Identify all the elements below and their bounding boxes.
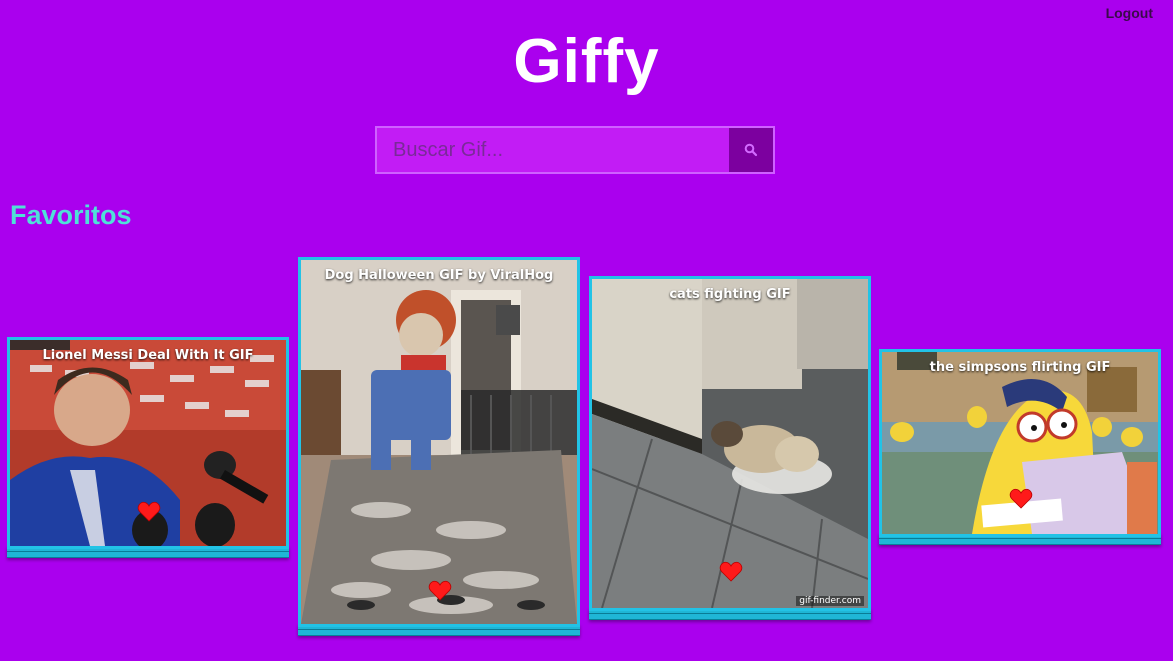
- gif-frame: Dog Halloween GIF by ViralHog: [298, 257, 580, 627]
- favorites-title: Favoritos: [10, 200, 132, 230]
- heart-icon[interactable]: [1009, 487, 1033, 509]
- gif-frame: cats fighting GIF gif-finder.com: [589, 276, 871, 611]
- gif-title: Lionel Messi Deal With It GIF: [42, 348, 254, 363]
- card-stack-edge: [589, 614, 871, 620]
- gif-frame: the simpsons flirting GIF: [879, 349, 1161, 537]
- card-stack-edge: [298, 630, 580, 636]
- search-form: [375, 126, 775, 174]
- search-input[interactable]: [375, 126, 729, 174]
- app-logo: Giffy: [513, 27, 660, 96]
- heart-icon[interactable]: [428, 579, 452, 601]
- gif-image: [301, 260, 577, 624]
- gif-frame: Lionel Messi Deal With It GIF: [7, 337, 289, 549]
- logout-link[interactable]: Logout: [1106, 5, 1153, 21]
- gif-title: the simpsons flirting GIF: [929, 360, 1111, 375]
- search-button[interactable]: [729, 126, 775, 174]
- gif-title: Dog Halloween GIF by ViralHog: [324, 268, 554, 283]
- heart-icon[interactable]: [137, 500, 161, 522]
- card-stack-edge: [879, 539, 1161, 545]
- watermark: gif-finder.com: [796, 596, 864, 606]
- gif-card[interactable]: Lionel Messi Deal With It GIF: [7, 337, 289, 565]
- gif-card[interactable]: the simpsons flirting GIF: [879, 349, 1161, 552]
- gif-card[interactable]: Dog Halloween GIF by ViralHog: [298, 257, 580, 643]
- gif-title: cats fighting GIF: [669, 287, 791, 302]
- card-stack-edge: [7, 552, 289, 558]
- gif-image: [592, 279, 868, 608]
- heart-icon[interactable]: [719, 560, 743, 582]
- gif-card[interactable]: cats fighting GIF gif-finder.com: [589, 276, 871, 626]
- search-icon: [744, 143, 758, 157]
